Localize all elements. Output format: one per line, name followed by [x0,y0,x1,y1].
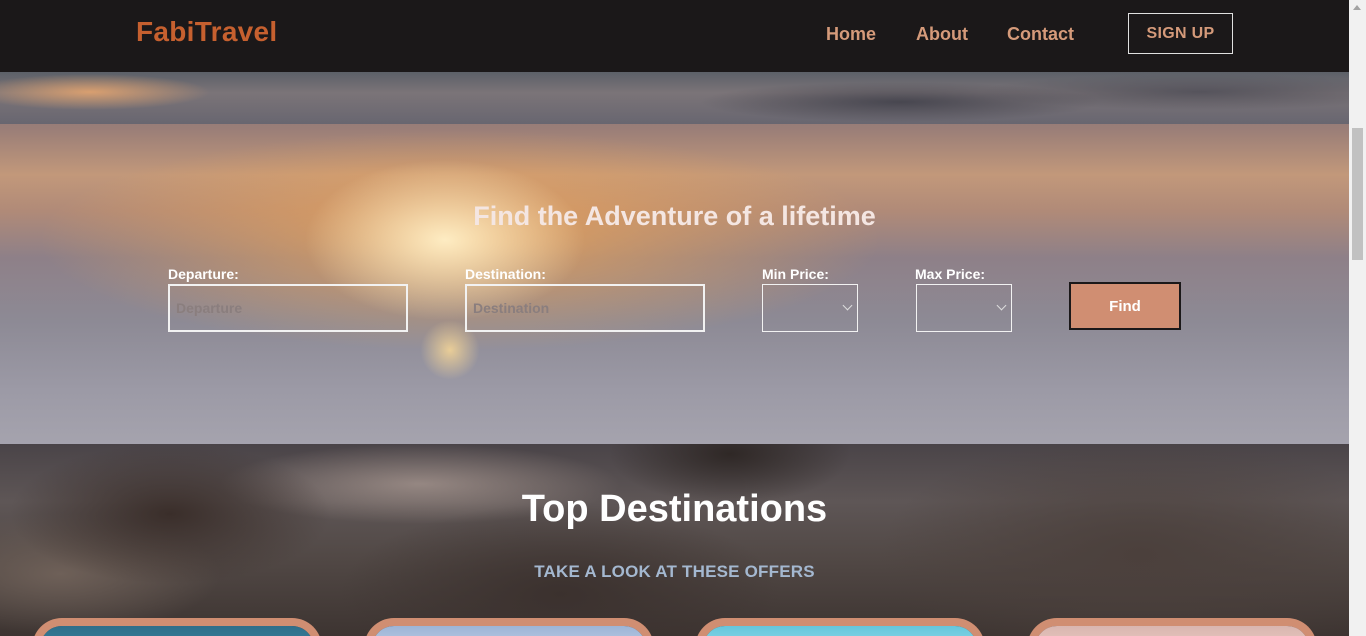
destination-card[interactable] [364,618,654,636]
max-price-select[interactable] [916,284,1012,332]
nav-link-home[interactable]: Home [826,24,876,45]
vertical-scrollbar[interactable] [1349,0,1366,636]
departure-label: Departure: [168,266,239,282]
navbar: FabiTravel Home About Contact SIGN UP [0,0,1349,72]
nav-link-contact[interactable]: Contact [1007,24,1074,45]
destination-input[interactable] [465,284,705,332]
chevron-down-icon [842,300,853,311]
min-price-select[interactable] [762,284,858,332]
destination-card[interactable] [32,618,322,636]
arrow-up-icon[interactable] [1353,5,1361,10]
destination-label: Destination: [465,266,546,282]
nav-link-about[interactable]: About [916,24,968,45]
chevron-down-icon [996,300,1007,311]
hero-title: Find the Adventure of a lifetime [473,201,876,231]
destination-card[interactable] [1027,618,1317,636]
background-clouds [0,72,1349,124]
max-price-label: Max Price: [915,266,986,282]
min-price-label: Min Price: [762,266,829,282]
scrollbar-thumb[interactable] [1352,128,1363,260]
top-destinations-subtitle: TAKE A LOOK AT THESE OFFERS [534,562,815,581]
destination-card-image [703,626,977,636]
destination-card-image [40,626,314,636]
brand-logo[interactable]: FabiTravel [136,16,278,48]
find-button[interactable]: Find [1069,282,1181,330]
top-destinations-title: Top Destinations [521,488,828,530]
sign-up-button[interactable]: SIGN UP [1128,13,1233,54]
rocky-shore-background [0,444,1349,636]
page: FabiTravel Home About Contact SIGN UP Fi… [0,0,1349,636]
destination-card[interactable] [695,618,985,636]
departure-input[interactable] [168,284,408,332]
destination-card-image [1035,626,1309,636]
destination-card-image [372,626,646,636]
